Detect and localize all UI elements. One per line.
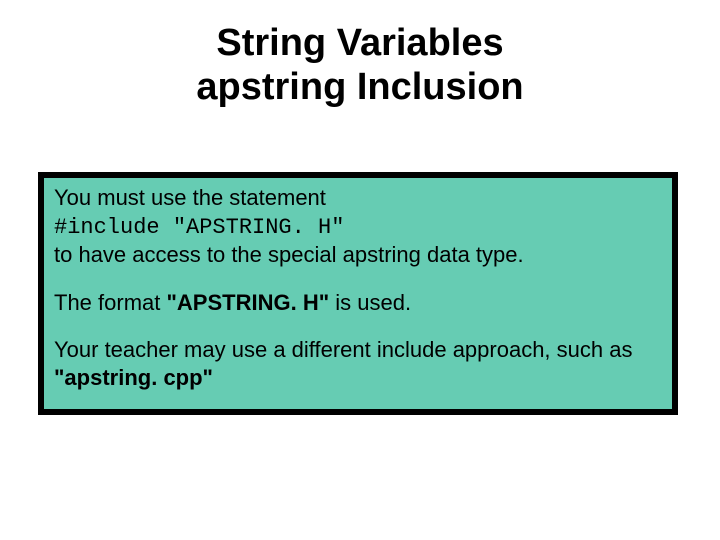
title-line-2: apstring Inclusion bbox=[196, 66, 523, 108]
content-box: You must use the statement #include "APS… bbox=[38, 172, 678, 415]
p1-outro: to have access to the special apstring d… bbox=[54, 242, 524, 267]
p3-filename: "apstring. cpp" bbox=[54, 365, 213, 390]
p3-a: Your teacher may use a different include… bbox=[54, 337, 632, 362]
p2-filename: "APSTRING. H" bbox=[166, 290, 329, 315]
p1-intro: You must use the statement bbox=[54, 185, 326, 210]
include-code: #include "APSTRING. H" bbox=[54, 215, 344, 240]
paragraph-2: The format "APSTRING. H" is used. bbox=[54, 289, 662, 317]
paragraph-1: You must use the statement #include "APS… bbox=[54, 184, 662, 269]
p2-a: The format bbox=[54, 290, 166, 315]
slide: String Variables apstring Inclusion You … bbox=[0, 22, 720, 540]
title-line-1: String Variables bbox=[216, 22, 503, 64]
slide-title: String Variables apstring Inclusion bbox=[0, 22, 720, 109]
p2-b: is used. bbox=[329, 290, 411, 315]
paragraph-3: Your teacher may use a different include… bbox=[54, 336, 662, 391]
